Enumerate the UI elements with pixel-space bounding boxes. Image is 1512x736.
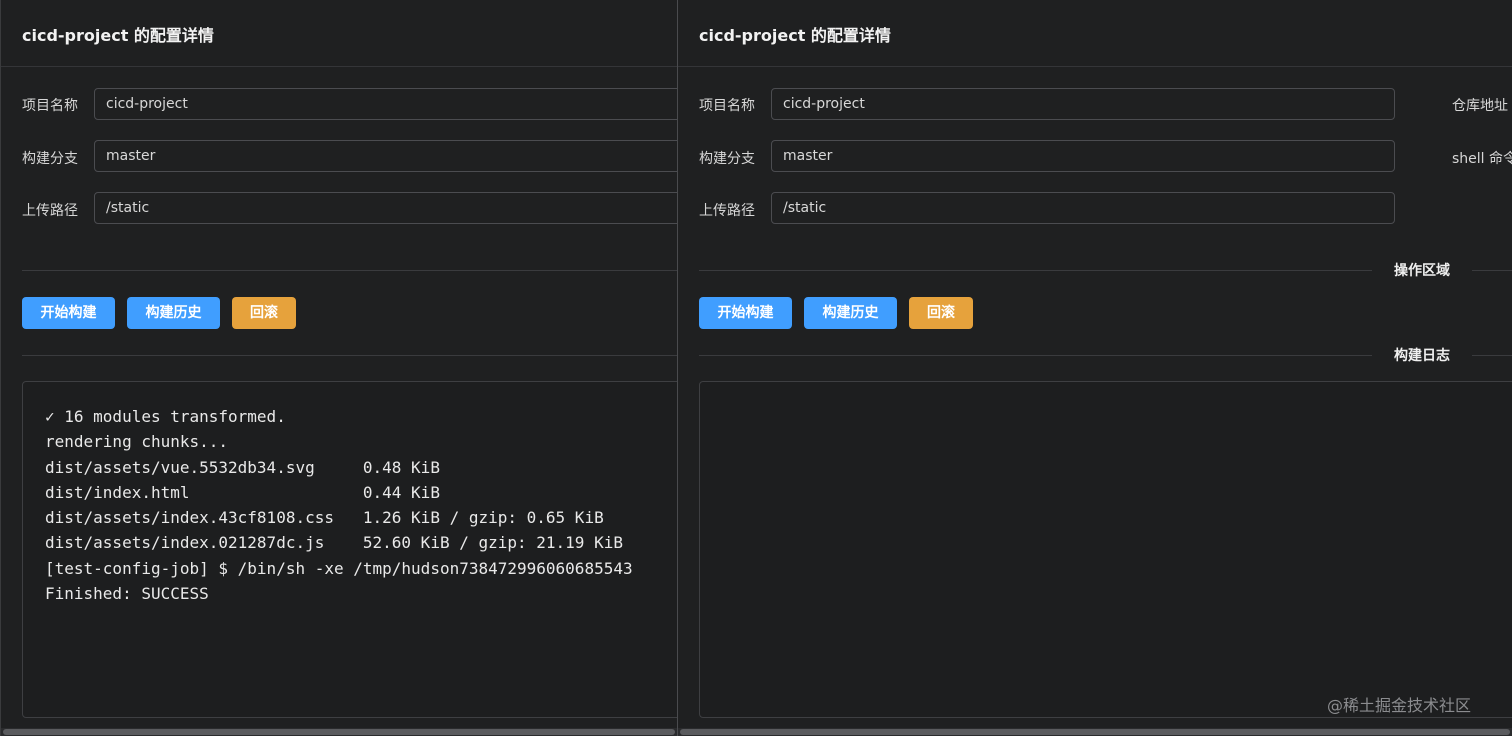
config-panel-right: cicd-project 的配置详情 项目名称 cicd-project 仓库地… [677, 0, 1512, 736]
branch-label: 构建分支 [22, 151, 78, 167]
divider-operation-area [22, 270, 677, 271]
start-build-button[interactable]: 开始构建 [699, 297, 792, 329]
repo-url-label: 仓库地址 [1452, 98, 1508, 114]
branch-label: 构建分支 [699, 151, 755, 167]
divider-build-log [22, 355, 677, 356]
horizontal-scrollbar[interactable] [678, 728, 1512, 736]
panel-title: cicd-project 的配置详情 [699, 26, 891, 45]
rollback-button[interactable]: 回滚 [909, 297, 973, 329]
project-name-input[interactable]: cicd-project [94, 88, 677, 120]
config-panel-left: cicd-project 的配置详情 项目名称 cicd-project 构建分… [0, 0, 677, 736]
log-line: dist/index.html 0.44 KiB [45, 482, 440, 502]
watermark: @稀土掘金技术社区 [1327, 696, 1472, 715]
divider-title-operation-area: 操作区域 [1372, 260, 1472, 282]
build-log-lines: ✓ 16 modules transformed. rendering chunk… [23, 382, 677, 606]
start-build-button[interactable]: 开始构建 [22, 297, 115, 329]
log-line: dist/assets/index.43cf8108.css 1.26 KiB … [45, 508, 604, 528]
panel-title: cicd-project 的配置详情 [22, 26, 214, 45]
panel-header: cicd-project 的配置详情 [678, 0, 1512, 67]
scrollbar-thumb[interactable] [3, 729, 675, 735]
upload-path-label: 上传路径 [22, 203, 78, 219]
divider-title-build-log: 构建日志 [1372, 345, 1472, 367]
upload-path-input[interactable]: /static [94, 192, 677, 224]
project-name-input[interactable]: cicd-project [771, 88, 1395, 120]
project-name-label: 项目名称 [22, 98, 78, 114]
project-name-label: 项目名称 [699, 98, 755, 114]
rollback-button[interactable]: 回滚 [232, 297, 296, 329]
upload-path-label: 上传路径 [699, 203, 755, 219]
log-line: [test-config-job] $ /bin/sh -xe /tmp/hud… [45, 558, 633, 578]
log-line: Finished: SUCCESS [45, 584, 209, 604]
build-log-box[interactable]: ✓ 16 modules transformed. rendering chunk… [22, 381, 677, 718]
build-history-button[interactable]: 构建历史 [127, 297, 220, 329]
build-history-button[interactable]: 构建历史 [804, 297, 897, 329]
log-line: dist/assets/index.021287dc.js 52.60 KiB … [45, 533, 623, 553]
build-log-box[interactable] [699, 381, 1512, 718]
log-line: ✓ 16 modules transformed. [45, 407, 286, 426]
horizontal-scrollbar[interactable] [1, 728, 677, 736]
branch-input[interactable]: master [94, 140, 677, 172]
panel-header: cicd-project 的配置详情 [1, 0, 677, 67]
shell-command-label: shell 命令 [1452, 151, 1512, 167]
upload-path-input[interactable]: /static [771, 192, 1395, 224]
log-line: dist/assets/vue.5532db34.svg 0.48 KiB [45, 457, 440, 477]
scrollbar-thumb[interactable] [680, 729, 1510, 735]
log-line: rendering chunks... [45, 432, 229, 452]
branch-input[interactable]: master [771, 140, 1395, 172]
